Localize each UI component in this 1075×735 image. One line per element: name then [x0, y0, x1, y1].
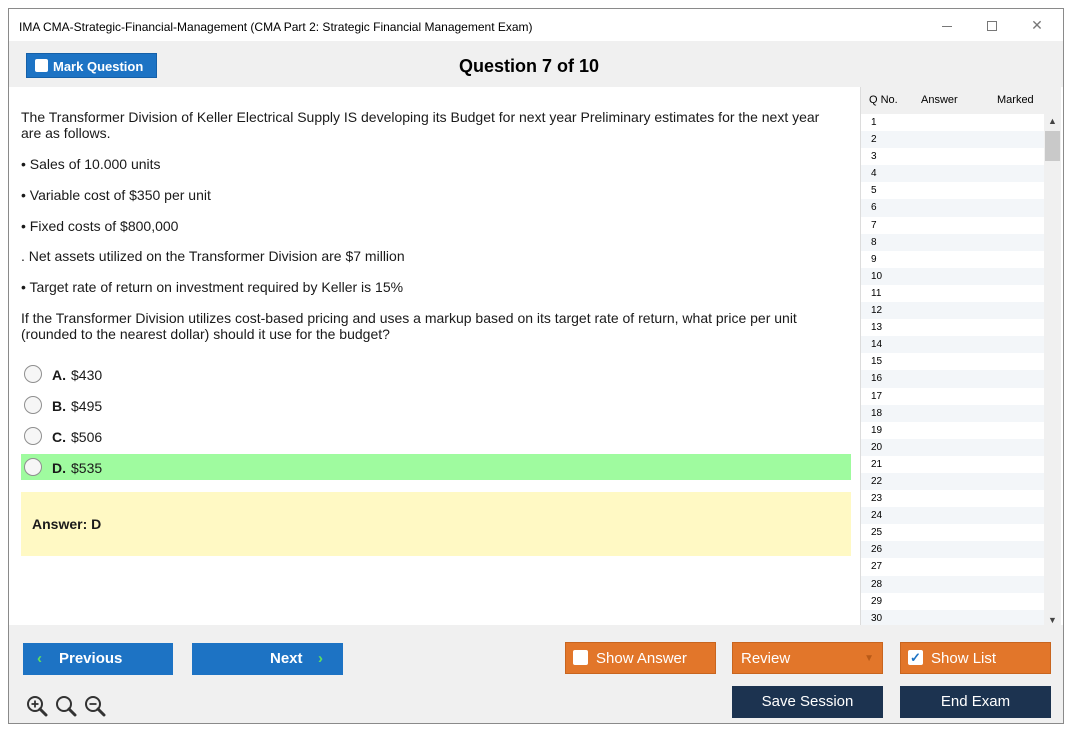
app-window: IMA CMA-Strategic-Financial-Management (…: [8, 8, 1064, 724]
show-list-button[interactable]: ✓ Show List: [900, 642, 1051, 674]
chevron-left-icon: ‹: [37, 650, 42, 667]
previous-button[interactable]: ‹ Previous: [23, 643, 173, 675]
review-label: Review: [741, 650, 791, 667]
option-text: $535: [71, 460, 103, 476]
question-list-header: Q No. Answer Marked: [861, 87, 1061, 114]
chevron-right-icon: ›: [318, 650, 323, 667]
checked-checkbox-icon: ✓: [908, 649, 923, 665]
radio-button[interactable]: [24, 427, 42, 445]
next-label: Next: [270, 650, 303, 667]
maximize-icon: [987, 21, 997, 32]
answer-reveal-box: Answer: D: [21, 492, 851, 556]
question-list-row[interactable]: 10: [861, 267, 1044, 285]
end-exam-button[interactable]: End Exam: [900, 686, 1051, 718]
option-letter: D.: [52, 460, 66, 476]
zoom-reset-icon[interactable]: [55, 695, 77, 717]
question-list-row[interactable]: 28: [861, 575, 1044, 593]
radio-button[interactable]: [24, 396, 42, 414]
bullet-item: . Net assets utilized on the Transformer…: [21, 248, 405, 264]
question-list-row[interactable]: 23: [861, 490, 1044, 507]
show-list-label: Show List: [931, 650, 997, 667]
title-bar: IMA CMA-Strategic-Financial-Management (…: [9, 9, 1063, 41]
end-exam-label: End Exam: [940, 693, 1011, 710]
question-list-row[interactable]: 2: [861, 131, 1044, 149]
option-text: $495: [71, 398, 103, 414]
zoom-in-icon[interactable]: [26, 695, 48, 717]
question-list-row[interactable]: 24: [861, 507, 1044, 525]
question-list-row[interactable]: 13: [861, 319, 1044, 336]
question-list-row[interactable]: 16: [861, 370, 1044, 388]
question-list-scrollbar[interactable]: ▲ ▼: [1044, 114, 1061, 627]
next-button[interactable]: Next ›: [192, 643, 343, 675]
qno-column-header: Q No.: [869, 94, 898, 106]
bullet-item: • Variable cost of $350 per unit: [21, 187, 211, 203]
radio-button[interactable]: [24, 458, 42, 476]
question-list-row[interactable]: 17: [861, 388, 1044, 405]
zoom-out-icon[interactable]: [84, 695, 106, 717]
maximize-button[interactable]: [972, 13, 1012, 37]
question-list-row[interactable]: 11: [861, 285, 1044, 302]
question-list-row[interactable]: 26: [861, 541, 1044, 559]
marked-column-header: Marked: [997, 94, 1034, 106]
option-text: $430: [71, 367, 103, 383]
question-list-row[interactable]: 21: [861, 456, 1044, 473]
question-list-row[interactable]: 29: [861, 593, 1044, 610]
review-dropdown[interactable]: Review ▼: [732, 642, 883, 674]
close-button[interactable]: ✕: [1017, 13, 1057, 37]
question-list-panel: Q No. Answer Marked 1 2 3 4 5 6 7 8 9 10 11 12 13 14 1…: [860, 87, 1061, 633]
question-list-row[interactable]: 3: [861, 148, 1044, 165]
question-list-row[interactable]: 14: [861, 336, 1044, 354]
checkbox-icon: [573, 649, 588, 665]
scroll-up-icon[interactable]: ▲: [1044, 114, 1061, 128]
minimize-icon: [942, 25, 952, 27]
save-session-button[interactable]: Save Session: [732, 686, 883, 718]
bullet-item: • Sales of 10.000 units: [21, 156, 161, 172]
question-panel: The Transformer Division of Keller Elect…: [21, 95, 851, 625]
question-list-row[interactable]: 6: [861, 199, 1044, 217]
question-list-row[interactable]: 20: [861, 438, 1044, 456]
option-letter: B.: [52, 398, 66, 414]
question-list-row[interactable]: 9: [861, 251, 1044, 268]
question-list-row[interactable]: 15: [861, 353, 1044, 370]
show-answer-label: Show Answer: [596, 650, 687, 667]
question-list-rows: 1 2 3 4 5 6 7 8 9 10 11 12 13 14 15 16 17 18 19 20 21 22 23 24 2…: [861, 114, 1044, 627]
question-intro: The Transformer Division of Keller Elect…: [21, 109, 820, 141]
dropdown-arrow-icon: ▼: [864, 653, 874, 664]
question-list-row[interactable]: 27: [861, 558, 1044, 575]
radio-button[interactable]: [24, 365, 42, 383]
bottom-toolbar: ‹ Previous Next › Show Answer Review ▼ ✓…: [9, 625, 1063, 723]
bullet-item: • Fixed costs of $800,000: [21, 218, 179, 234]
question-list-row[interactable]: 25: [861, 524, 1044, 541]
option-letter: C.: [52, 429, 66, 445]
scrollbar-thumb[interactable]: [1045, 131, 1060, 161]
question-list-row[interactable]: 19: [861, 422, 1044, 439]
question-list-row[interactable]: 1: [861, 114, 1044, 131]
previous-label: Previous: [59, 650, 123, 667]
question-list-row[interactable]: 5: [861, 182, 1044, 199]
question-list-row[interactable]: 22: [861, 472, 1044, 491]
question-header: Mark Question Question 7 of 10: [9, 41, 1063, 87]
answer-text: Answer: D: [32, 516, 102, 532]
question-prompt: If the Transformer Division utilizes cos…: [21, 310, 797, 342]
answer-option-c[interactable]: C. $506: [21, 423, 851, 449]
save-session-label: Save Session: [761, 693, 854, 710]
answer-option-d[interactable]: D. $535: [21, 454, 851, 480]
question-list-row[interactable]: 8: [861, 233, 1044, 251]
answer-option-b[interactable]: B. $495: [21, 392, 851, 418]
window-title: IMA CMA-Strategic-Financial-Management (…: [19, 20, 533, 34]
question-title: Question 7 of 10: [458, 56, 600, 76]
question-list-row[interactable]: 7: [861, 217, 1044, 234]
answer-option-a[interactable]: A. $430: [21, 361, 851, 387]
question-list-row[interactable]: 12: [861, 302, 1044, 320]
question-list-row[interactable]: 4: [861, 165, 1044, 183]
show-answer-button[interactable]: Show Answer: [565, 642, 716, 674]
option-text: $506: [71, 429, 103, 445]
close-icon: ✕: [1031, 17, 1043, 33]
question-list-row[interactable]: 18: [861, 404, 1044, 422]
option-letter: A.: [52, 367, 66, 383]
bullet-item: • Target rate of return on investment re…: [21, 279, 404, 295]
answer-column-header: Answer: [921, 94, 958, 106]
minimize-button[interactable]: [927, 13, 967, 37]
